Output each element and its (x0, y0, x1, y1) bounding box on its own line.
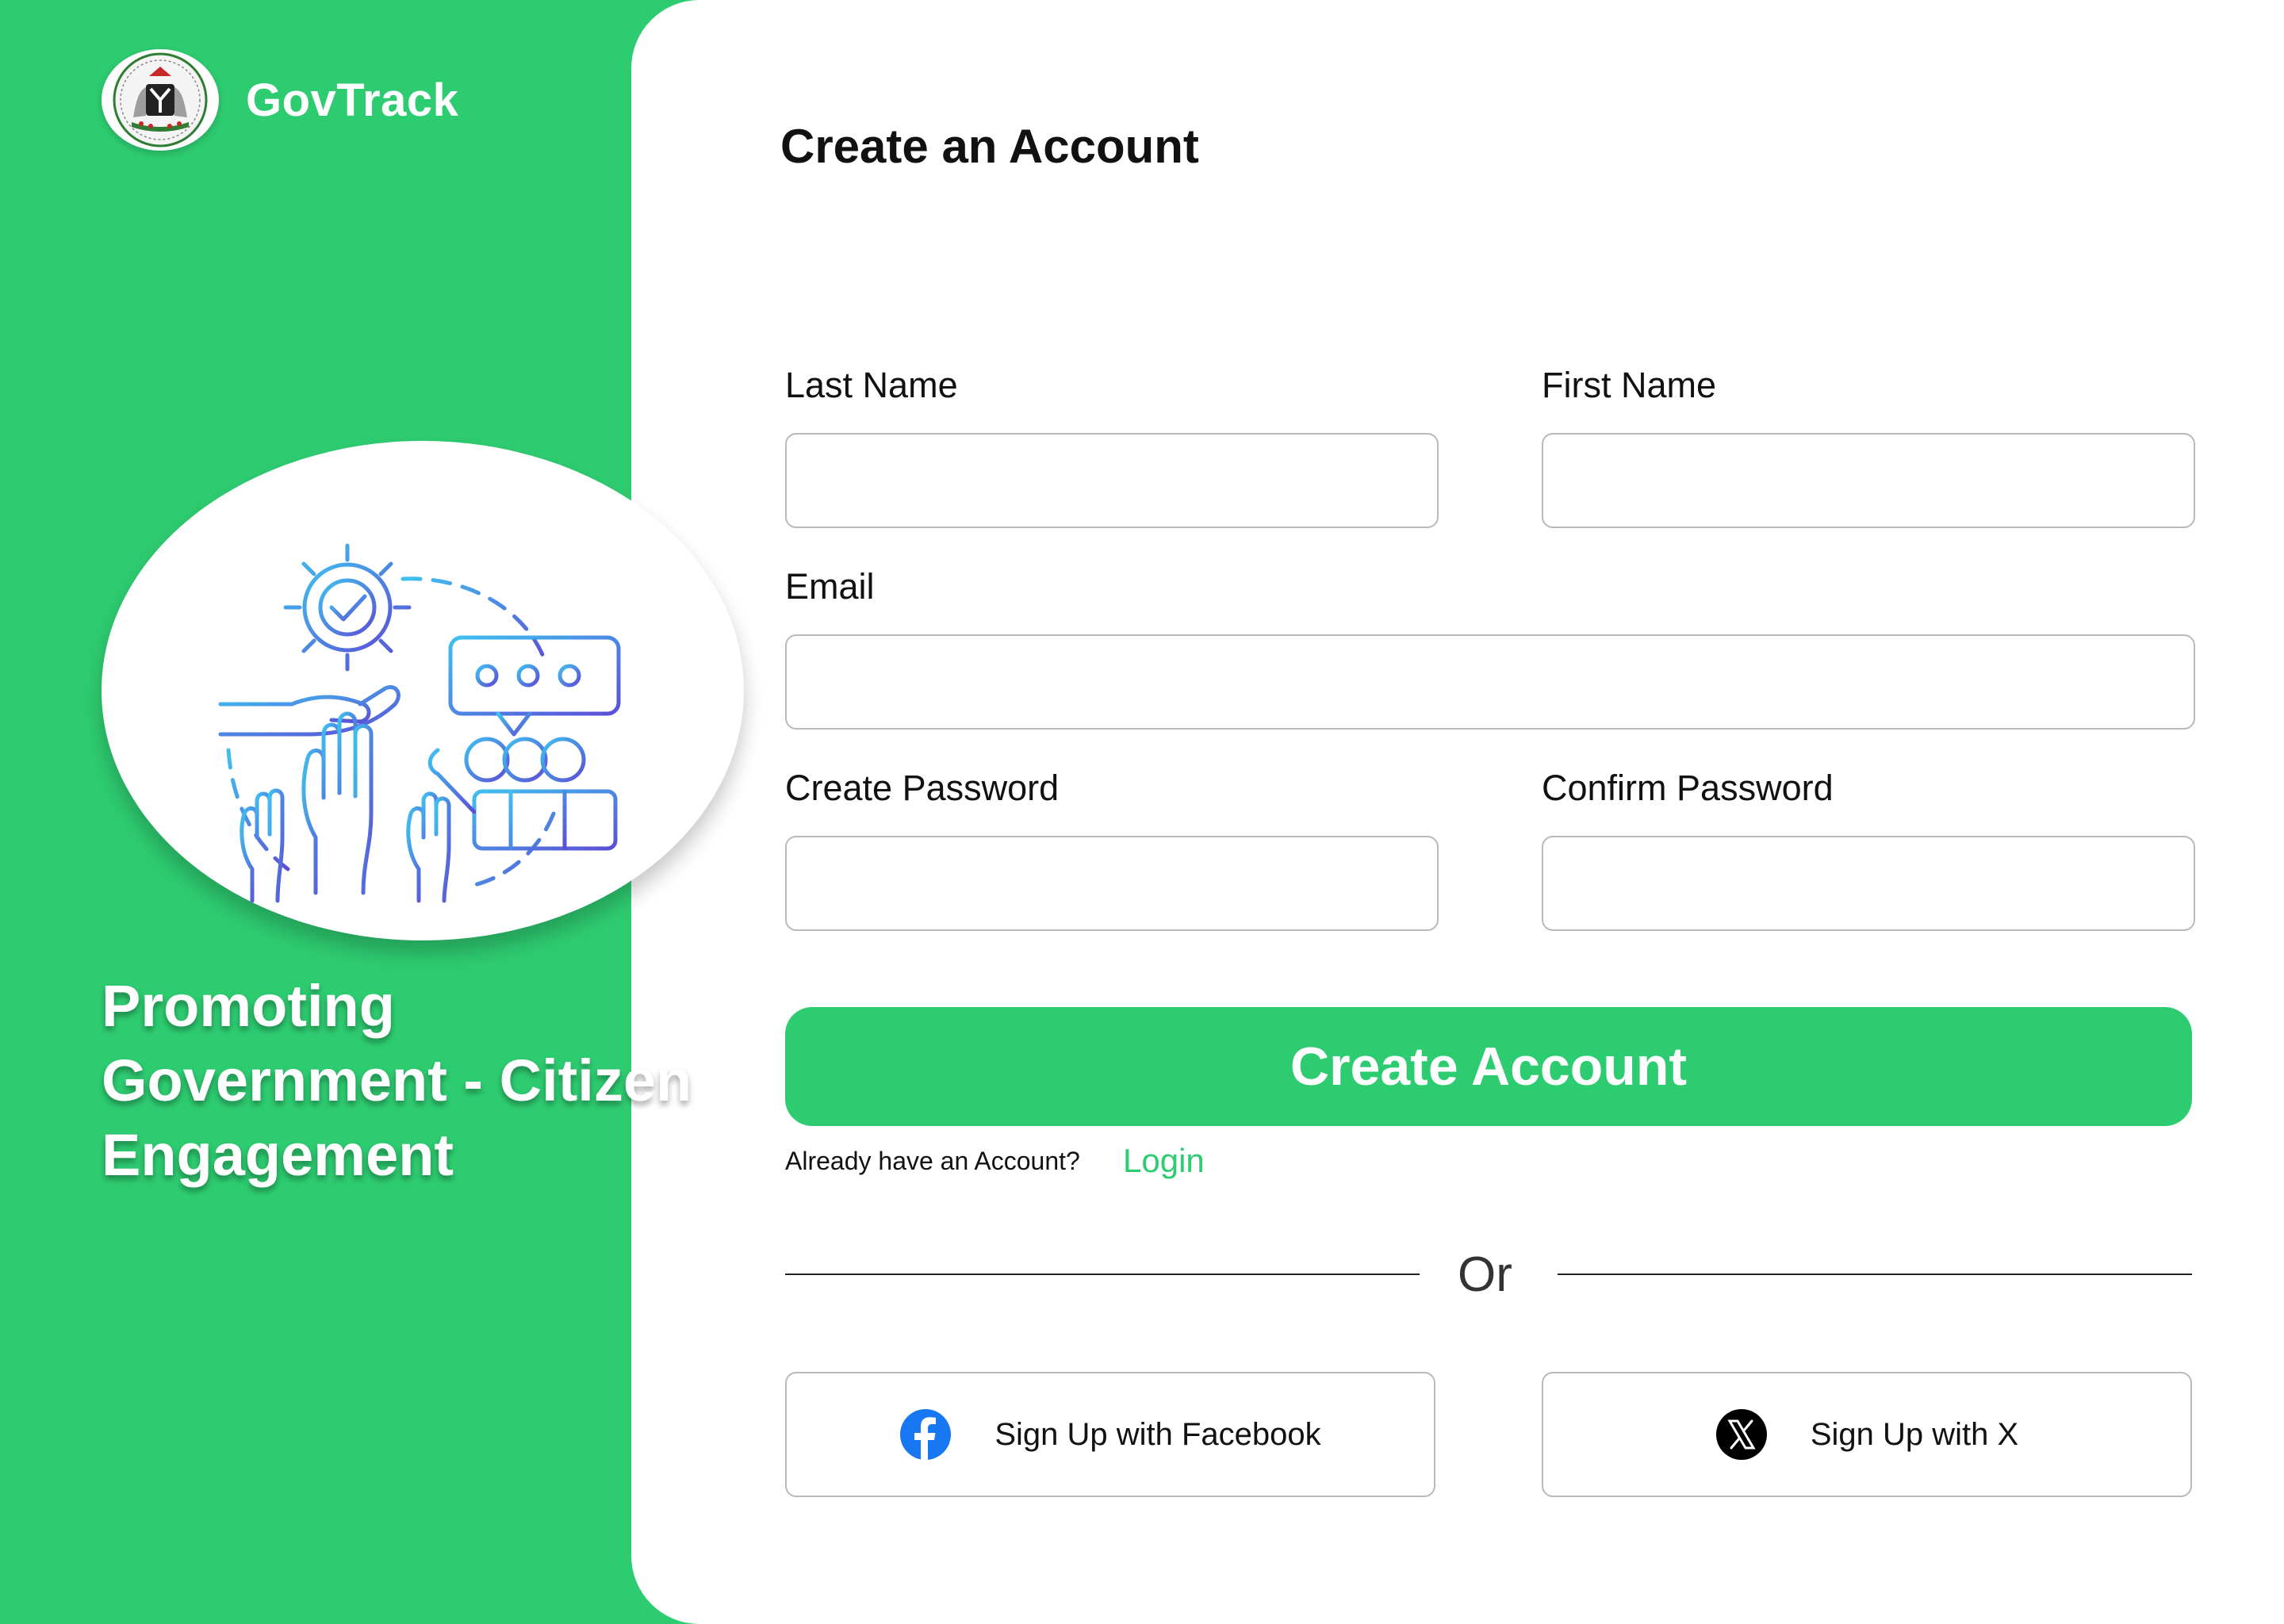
already-have-account-text: Already have an Account? (785, 1147, 1080, 1175)
divider-right (1558, 1274, 2192, 1275)
facebook-signup-button[interactable]: Sign Up with Facebook (785, 1372, 1435, 1497)
login-link[interactable]: Login (1123, 1142, 1205, 1180)
form-title: Create an Account (780, 120, 1199, 173)
x-signup-label: Sign Up with X (1810, 1416, 2019, 1452)
signup-form-panel: Create an Account Last Name First Name E… (631, 0, 2284, 1624)
hero-illustration-card (102, 441, 744, 940)
confirm-password-label: Confirm Password (1542, 768, 1834, 808)
create-password-input[interactable] (785, 836, 1439, 931)
tagline: Promoting Government - Citizen Engagemen… (102, 969, 815, 1193)
brand: GovTrack (102, 49, 458, 151)
signup-page: GovTrack Promoting Government - Citizen … (0, 0, 2284, 1624)
divider-left (785, 1274, 1420, 1275)
x-signup-button[interactable]: Sign Up with X (1542, 1372, 2192, 1497)
facebook-icon (899, 1408, 952, 1461)
divider-or-text: Or (1458, 1247, 1512, 1302)
create-password-label: Create Password (785, 768, 1060, 808)
facebook-signup-label: Sign Up with Facebook (994, 1416, 1321, 1452)
last-name-label: Last Name (785, 365, 958, 405)
tagline-line-1: Promoting (102, 973, 395, 1039)
create-account-button[interactable]: Create Account (785, 1007, 2192, 1126)
civic-engagement-illustration (218, 543, 621, 903)
tagline-line-2: Government - Citizen (102, 1048, 692, 1113)
email-input[interactable] (785, 634, 2195, 730)
tagline-line-3: Engagement (102, 1122, 454, 1188)
first-name-input[interactable] (1542, 433, 2195, 528)
email-label: Email (785, 566, 875, 607)
brand-name: GovTrack (246, 74, 459, 126)
last-name-input[interactable] (785, 433, 1439, 528)
confirm-password-input[interactable] (1542, 836, 2195, 931)
first-name-label: First Name (1542, 365, 1717, 405)
x-logo-icon (1715, 1408, 1768, 1461)
coat-of-arms-icon (102, 49, 219, 151)
